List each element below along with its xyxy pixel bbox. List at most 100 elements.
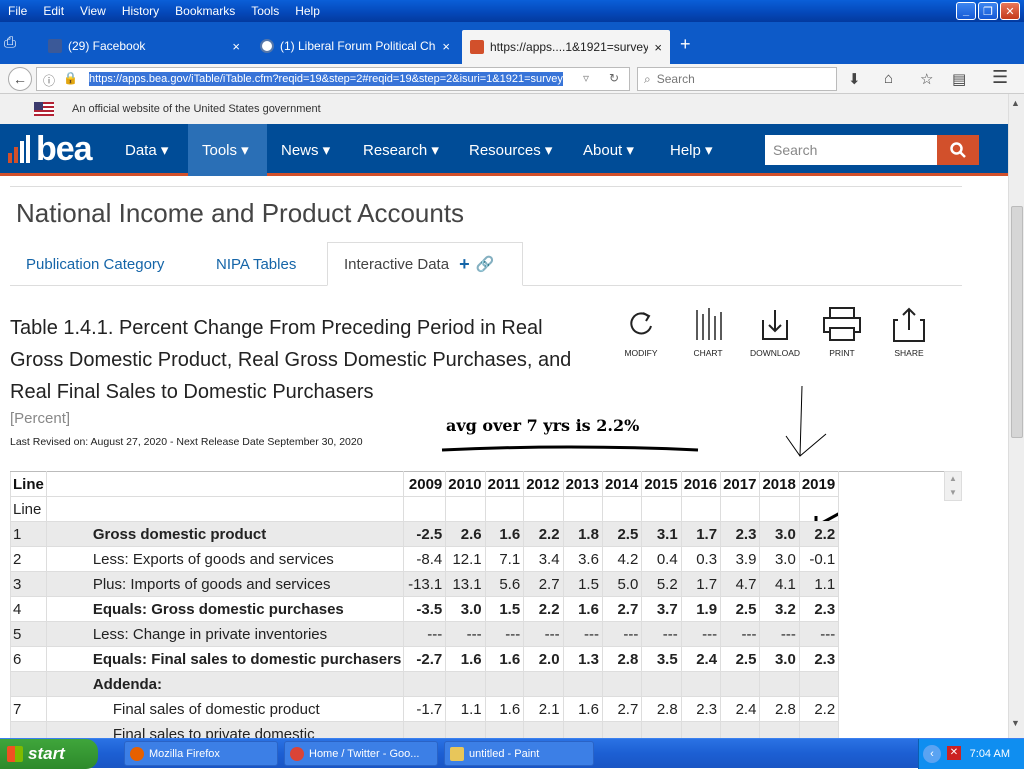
table-scroll-arrows[interactable]: ▲ ▼ xyxy=(944,471,962,501)
download-button[interactable]: DOWNLOAD xyxy=(745,306,805,358)
tab-facebook[interactable]: (29) Facebook × xyxy=(40,32,248,60)
taskbar-item-chrome[interactable]: Home / Twitter - Goo... xyxy=(284,741,438,766)
bea-nav-bar: bea Data ▾ Tools ▾ News ▾ Research ▾ Res… xyxy=(0,124,1008,176)
data-cell xyxy=(601,721,643,738)
data-cell xyxy=(720,496,761,522)
data-cell: 2.5 xyxy=(720,646,761,672)
header-year[interactable]: 2012 xyxy=(523,471,564,497)
home-icon[interactable]: ⌂ xyxy=(884,70,893,87)
tab-liberal-forum[interactable]: (1) Liberal Forum Political Cha... × xyxy=(252,32,458,60)
tab-close-icon[interactable]: × xyxy=(442,39,450,54)
table-spacer xyxy=(838,596,962,622)
back-arrow-icon[interactable]: ← xyxy=(8,67,32,91)
nav-resources[interactable]: Resources ▾ xyxy=(455,124,566,176)
menu-tools[interactable]: Tools xyxy=(243,4,287,18)
nav-data[interactable]: Data ▾ xyxy=(111,124,182,176)
data-cell: 3.2 xyxy=(759,596,800,622)
header-year[interactable]: 2016 xyxy=(680,471,722,497)
header-year[interactable]: 2010 xyxy=(445,471,486,497)
header-line: Line xyxy=(10,471,47,497)
data-cell xyxy=(759,496,800,522)
chart-button[interactable]: CHART xyxy=(678,306,738,358)
data-cell: 2.8 xyxy=(641,696,682,722)
data-cell: --- xyxy=(720,621,761,647)
header-year[interactable]: 2013 xyxy=(562,471,603,497)
data-cell xyxy=(562,721,603,738)
start-button[interactable]: start xyxy=(0,739,98,769)
nav-tools[interactable]: Tools ▾ xyxy=(188,124,267,176)
menu-edit[interactable]: Edit xyxy=(35,4,72,18)
menu-help[interactable]: Help xyxy=(287,4,328,18)
printer-icon xyxy=(823,307,861,341)
data-cell xyxy=(484,721,525,738)
print-label: PRINT xyxy=(829,348,855,358)
url-text[interactable]: https://apps.bea.gov/iTable/iTable.cfm?r… xyxy=(89,72,563,86)
row-label: Equals: Final sales to domestic purchase… xyxy=(45,646,405,672)
scroll-down-arrow-icon[interactable]: ▼ xyxy=(1011,718,1020,728)
dropdown-icon[interactable]: ▿ xyxy=(583,71,589,85)
header-year[interactable]: 2018 xyxy=(759,471,800,497)
minimize-button[interactable]: _ xyxy=(956,2,976,20)
forum-icon xyxy=(260,39,274,53)
title-bar: File Edit View History Bookmarks Tools H… xyxy=(0,0,1024,22)
data-cell: 4.1 xyxy=(759,571,800,597)
browser-search-input[interactable]: ⌕ Search xyxy=(637,67,837,91)
table-spacer xyxy=(838,521,962,547)
bea-logo[interactable]: bea xyxy=(8,130,93,169)
data-cell: 2.2 xyxy=(798,696,840,722)
scroll-thumb[interactable] xyxy=(1011,206,1023,438)
data-cell: 1.3 xyxy=(562,646,603,672)
download-tray-icon xyxy=(762,310,788,340)
info-icon[interactable]: ⓘ xyxy=(43,72,55,89)
print-button[interactable]: PRINT xyxy=(812,306,872,358)
bookmark-star-icon[interactable]: ☆ xyxy=(920,70,933,88)
reading-list-icon[interactable]: ▤ xyxy=(952,70,966,88)
tray-expand-icon[interactable]: ‹ xyxy=(923,745,941,763)
nav-news[interactable]: News ▾ xyxy=(267,124,344,176)
menu-history[interactable]: History xyxy=(114,4,167,18)
header-year[interactable]: 2017 xyxy=(720,471,761,497)
data-cell: 4.2 xyxy=(601,546,643,572)
modify-button[interactable]: MODIFY xyxy=(611,306,671,358)
nav-research[interactable]: Research ▾ xyxy=(349,124,453,176)
header-year[interactable]: 2014 xyxy=(601,471,643,497)
tab-interactive-data[interactable]: Interactive Data + 🔗 xyxy=(327,242,523,286)
header-year[interactable]: 2015 xyxy=(641,471,682,497)
url-bar[interactable]: ⓘ 🔒 https://apps.bea.gov/iTable/iTable.c… xyxy=(36,67,630,91)
data-cell: 3.5 xyxy=(641,646,682,672)
tab-publication-category[interactable]: Publication Category xyxy=(10,242,180,286)
tab-bea-active[interactable]: https://apps....1&1921=survey × xyxy=(462,30,670,64)
page-scrollbar[interactable]: ▲ ▼ xyxy=(1008,94,1024,738)
tab-nipa-tables[interactable]: NIPA Tables xyxy=(200,242,312,286)
scroll-up-arrow-icon[interactable]: ▲ xyxy=(1011,98,1020,108)
new-tab-button[interactable]: + xyxy=(680,34,691,55)
share-button[interactable]: SHARE xyxy=(879,306,939,358)
data-cell: -13.1 xyxy=(403,571,447,597)
tab-close-icon[interactable]: × xyxy=(654,40,662,55)
tab-close-icon[interactable]: × xyxy=(232,39,240,54)
row-label: Equals: Gross domestic purchases xyxy=(45,596,405,622)
printer-icon[interactable]: ⎙ xyxy=(4,34,16,51)
bea-search-input[interactable]: Search xyxy=(765,135,937,165)
nav-about[interactable]: About ▾ xyxy=(569,124,648,176)
menu-bookmarks[interactable]: Bookmarks xyxy=(167,4,243,18)
taskbar-item-firefox[interactable]: Mozilla Firefox xyxy=(124,741,278,766)
taskbar-item-paint[interactable]: untitled - Paint xyxy=(444,741,594,766)
header-year[interactable]: 2019 xyxy=(798,471,840,497)
link-icon[interactable]: 🔗 xyxy=(476,255,495,273)
plus-icon[interactable]: + xyxy=(459,254,470,275)
menu-file[interactable]: File xyxy=(0,4,35,18)
close-window-button[interactable]: ✕ xyxy=(1000,2,1020,20)
bea-search-button[interactable] xyxy=(937,135,979,165)
hamburger-menu-icon[interactable]: ☰ xyxy=(992,67,1008,88)
taskbar-item-label: Home / Twitter - Goo... xyxy=(309,747,420,760)
header-year[interactable]: 2011 xyxy=(484,471,525,497)
restore-button[interactable]: ❐ xyxy=(978,2,998,20)
data-cell: 1.6 xyxy=(484,521,525,547)
reload-icon[interactable]: ↻ xyxy=(609,71,619,85)
network-alert-icon[interactable]: ✕ xyxy=(947,746,961,760)
menu-view[interactable]: View xyxy=(72,4,114,18)
download-icon[interactable]: ⬇ xyxy=(848,70,861,88)
nav-help[interactable]: Help ▾ xyxy=(656,124,727,176)
header-year[interactable]: 2009 xyxy=(403,471,447,497)
